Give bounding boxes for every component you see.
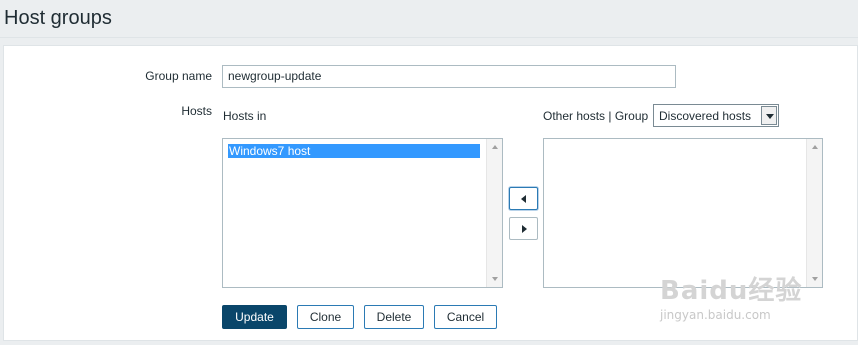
- delete-button[interactable]: Delete: [364, 305, 424, 329]
- scroll-up-icon[interactable]: [812, 145, 818, 149]
- chevron-down-icon: [766, 114, 774, 119]
- triangle-right-icon: [522, 225, 527, 233]
- move-left-button[interactable]: [509, 187, 538, 210]
- page-title: Host groups: [4, 7, 112, 29]
- other-hosts-listbox[interactable]: [543, 138, 823, 288]
- clone-button[interactable]: Clone: [297, 305, 354, 329]
- update-button[interactable]: Update: [222, 305, 287, 329]
- list-item[interactable]: Windows7 host: [228, 144, 480, 158]
- scroll-down-icon[interactable]: [492, 277, 498, 281]
- scroll-up-icon[interactable]: [492, 145, 498, 149]
- dropdown-button[interactable]: [761, 106, 777, 125]
- group-name-label: Group name: [145, 69, 212, 83]
- watermark-text: Baidu经验: [660, 276, 803, 306]
- group-select-value: Discovered hosts: [659, 109, 752, 123]
- hosts-in-listbox[interactable]: Windows7 host: [222, 138, 503, 288]
- scrollbar[interactable]: [806, 139, 822, 287]
- scrollbar[interactable]: [486, 139, 502, 287]
- cancel-button[interactable]: Cancel: [434, 305, 497, 329]
- hosts-label: Hosts: [181, 104, 212, 118]
- group-name-input[interactable]: newgroup-update: [222, 65, 676, 88]
- watermark-logo: Baidu经验 jingyan.baidu.com: [658, 268, 838, 328]
- hosts-in-label: Hosts in: [223, 109, 267, 123]
- watermark-url: jingyan.baidu.com: [660, 308, 771, 322]
- group-select[interactable]: Discovered hosts: [653, 104, 779, 127]
- move-right-button[interactable]: [509, 217, 538, 240]
- triangle-left-icon: [521, 195, 526, 203]
- page-header: Host groups: [0, 0, 858, 38]
- other-hosts-label: Other hosts | Group: [543, 109, 649, 123]
